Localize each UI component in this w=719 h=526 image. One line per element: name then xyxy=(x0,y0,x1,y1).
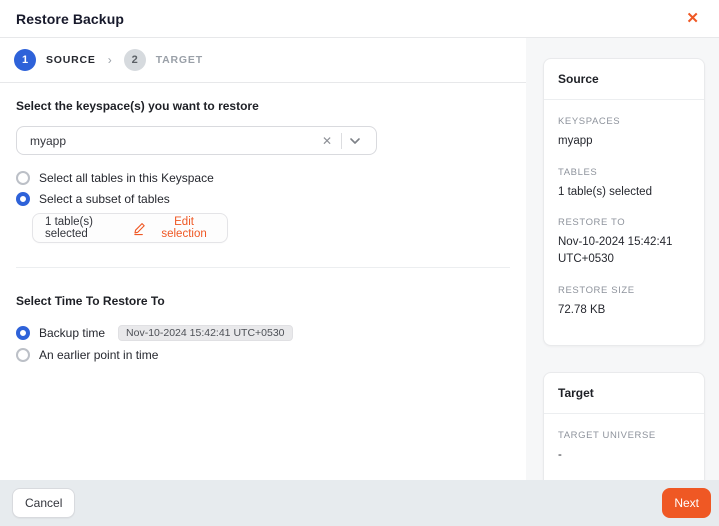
radio-backup-time-label: Backup time xyxy=(39,326,105,340)
step-target-label: TARGET xyxy=(156,54,203,66)
time-radio-group: Backup time Nov-10-2024 15:42:41 UTC+053… xyxy=(16,325,510,362)
field-restore-to-label: RESTORE TO xyxy=(558,217,690,228)
main-panel: 1 SOURCE › 2 TARGET Select the keyspace(… xyxy=(0,38,526,480)
source-summary-card: Source KEYSPACES myapp TABLES 1 table(s)… xyxy=(543,58,705,346)
time-section: Select Time To Restore To Backup time No… xyxy=(16,294,510,362)
step-source-number: 1 xyxy=(14,49,36,71)
next-button[interactable]: Next xyxy=(662,488,711,518)
source-card-fields: KEYSPACES myapp TABLES 1 table(s) select… xyxy=(544,100,704,345)
field-tables-label: TABLES xyxy=(558,167,690,178)
radio-all-tables-control[interactable] xyxy=(16,171,30,185)
radio-subset-tables-label: Select a subset of tables xyxy=(39,192,170,206)
close-icon[interactable]: ✕ xyxy=(682,9,703,28)
section-divider xyxy=(16,267,510,268)
radio-earlier-point[interactable]: An earlier point in time xyxy=(16,348,510,362)
field-target-universe-value: - xyxy=(558,447,690,464)
field-restore-to: RESTORE TO Nov-10-2024 15:42:41 UTC+0530 xyxy=(558,217,690,267)
edit-selection-button[interactable]: Edit selection xyxy=(132,216,215,240)
source-card-title: Source xyxy=(544,59,704,100)
radio-backup-time[interactable]: Backup time Nov-10-2024 15:42:41 UTC+053… xyxy=(16,325,510,341)
main-content: Select the keyspace(s) you want to resto… xyxy=(0,83,526,480)
radio-all-tables-label: Select all tables in this Keyspace xyxy=(39,171,214,185)
chevron-right-icon: › xyxy=(108,53,112,67)
field-keyspaces: KEYSPACES myapp xyxy=(558,116,690,150)
modal-title: Restore Backup xyxy=(16,11,124,27)
step-target[interactable]: 2 TARGET xyxy=(124,49,203,71)
field-restore-size: RESTORE SIZE 72.78 KB xyxy=(558,285,690,319)
keyspace-select[interactable]: myapp ✕ xyxy=(16,126,377,155)
field-restore-size-label: RESTORE SIZE xyxy=(558,285,690,296)
field-target-universe: TARGET UNIVERSE - xyxy=(558,430,690,464)
field-target-universe-label: TARGET UNIVERSE xyxy=(558,430,690,441)
edit-selection-label: Edit selection xyxy=(153,216,215,240)
radio-subset-tables-control[interactable] xyxy=(16,192,30,206)
field-tables: TABLES 1 table(s) selected xyxy=(558,167,690,201)
target-card-title: Target xyxy=(544,373,704,414)
table-scope-radio-group: Select all tables in this Keyspace Selec… xyxy=(16,171,510,206)
keyspace-select-value: myapp xyxy=(30,134,313,148)
step-source-label: SOURCE xyxy=(46,54,96,66)
backup-time-badge: Nov-10-2024 15:42:41 UTC+0530 xyxy=(118,325,292,341)
time-section-heading: Select Time To Restore To xyxy=(16,294,510,308)
radio-earlier-point-control[interactable] xyxy=(16,348,30,362)
table-selection-count: 1 table(s) selected xyxy=(45,216,132,240)
field-keyspaces-label: KEYSPACES xyxy=(558,116,690,127)
keyspace-section-heading: Select the keyspace(s) you want to resto… xyxy=(16,99,510,113)
modal-body: 1 SOURCE › 2 TARGET Select the keyspace(… xyxy=(0,38,719,480)
field-keyspaces-value: myapp xyxy=(558,133,690,150)
radio-all-tables[interactable]: Select all tables in this Keyspace xyxy=(16,171,510,185)
restore-backup-modal: Restore Backup ✕ 1 SOURCE › 2 TARGET Sel… xyxy=(0,0,719,526)
step-source[interactable]: 1 SOURCE xyxy=(14,49,96,71)
modal-footer: Cancel Next xyxy=(0,480,719,526)
modal-header: Restore Backup ✕ xyxy=(0,0,719,38)
stepper: 1 SOURCE › 2 TARGET xyxy=(0,38,526,83)
field-restore-size-value: 72.78 KB xyxy=(558,302,690,319)
pencil-icon xyxy=(132,221,147,236)
radio-backup-time-control[interactable] xyxy=(16,326,30,340)
radio-earlier-point-label: An earlier point in time xyxy=(39,348,158,362)
summary-sidebar: Source KEYSPACES myapp TABLES 1 table(s)… xyxy=(526,38,719,480)
clear-icon[interactable]: ✕ xyxy=(313,134,341,148)
cancel-button[interactable]: Cancel xyxy=(12,488,75,518)
chevron-down-icon[interactable] xyxy=(342,135,368,147)
step-target-number: 2 xyxy=(124,49,146,71)
target-card-fields: TARGET UNIVERSE - KMS CONFIG - xyxy=(544,414,704,480)
radio-subset-tables[interactable]: Select a subset of tables xyxy=(16,192,510,206)
table-selection-summary-box: 1 table(s) selected Edit selection xyxy=(32,213,228,243)
target-summary-card: Target TARGET UNIVERSE - KMS CONFIG - xyxy=(543,372,705,480)
field-tables-value: 1 table(s) selected xyxy=(558,184,690,201)
field-restore-to-value: Nov-10-2024 15:42:41 UTC+0530 xyxy=(558,234,690,267)
